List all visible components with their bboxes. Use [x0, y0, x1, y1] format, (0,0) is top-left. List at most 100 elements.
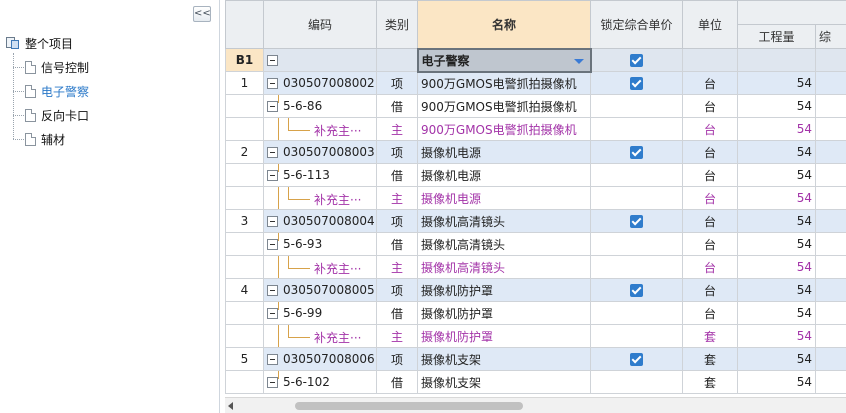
- lock-price-cell[interactable]: [590, 186, 683, 210]
- quantity-cell[interactable]: 54: [737, 278, 816, 302]
- collapse-icon[interactable]: [267, 170, 278, 181]
- code-cell[interactable]: 030507008004: [263, 209, 377, 233]
- quota-row[interactable]: 5-6-99 借摄像机防护罩 台 54: [225, 301, 846, 325]
- type-cell[interactable]: 主: [376, 186, 418, 210]
- supplement-material-row[interactable]: 补充主··· 主摄像机电源 台 54: [225, 186, 846, 210]
- lock-price-cell[interactable]: [590, 370, 683, 394]
- quantity-cell[interactable]: 54: [737, 324, 816, 348]
- quantity-cell[interactable]: 54: [737, 232, 816, 256]
- quantity-cell[interactable]: 54: [737, 347, 816, 371]
- collapse-icon[interactable]: [267, 55, 278, 66]
- unit-cell[interactable]: 台: [682, 94, 738, 118]
- lock-price-cell[interactable]: [590, 278, 683, 302]
- unit-cell[interactable]: 台: [682, 278, 738, 302]
- code-cell[interactable]: 补充主···: [263, 117, 377, 141]
- unit-cell[interactable]: 台: [682, 232, 738, 256]
- code-cell[interactable]: 5-6-99: [263, 301, 377, 325]
- scrollbar-thumb[interactable]: [295, 402, 523, 410]
- lock-price-cell[interactable]: [590, 117, 683, 141]
- checkbox-checked-icon[interactable]: [630, 215, 643, 228]
- quota-row[interactable]: 5-6-86 借 900万GMOS电警抓拍摄像机 台 54: [225, 94, 846, 118]
- collapse-icon[interactable]: [267, 308, 278, 319]
- checkbox-checked-icon[interactable]: [630, 77, 643, 90]
- lock-price-cell[interactable]: [590, 347, 683, 371]
- quantity-cell[interactable]: 54: [737, 140, 816, 164]
- lock-price-cell[interactable]: [590, 140, 683, 164]
- quota-row[interactable]: 5-6-113 借摄像机电源 台 54: [225, 163, 846, 187]
- code-cell[interactable]: 5-6-93: [263, 232, 377, 256]
- collapse-icon[interactable]: [267, 285, 278, 296]
- quantity-cell[interactable]: 54: [737, 163, 816, 187]
- quota-row[interactable]: 5-6-93 借摄像机高清镜头 台 54: [225, 232, 846, 256]
- type-cell[interactable]: 项: [376, 140, 418, 164]
- type-cell[interactable]: 借: [376, 163, 418, 187]
- section-lock-cell[interactable]: [590, 48, 683, 72]
- code-cell[interactable]: 5-6-113: [263, 163, 377, 187]
- supplement-material-row[interactable]: 补充主··· 主 900万GMOS电警抓拍摄像机 台 54: [225, 117, 846, 141]
- type-cell[interactable]: 项: [376, 278, 418, 302]
- header-code[interactable]: 编码: [263, 0, 377, 49]
- code-cell[interactable]: 030507008002: [263, 71, 377, 95]
- lock-price-cell[interactable]: [590, 324, 683, 348]
- header-lock-price[interactable]: 锁定综合单价: [590, 0, 683, 49]
- tree-item-electronic-police[interactable]: 电子警察: [13, 82, 89, 100]
- type-cell[interactable]: 主: [376, 117, 418, 141]
- lock-price-cell[interactable]: [590, 301, 683, 325]
- code-cell[interactable]: 5-6-86: [263, 94, 377, 118]
- bill-item-row[interactable]: 1 030507008002 项 900万GMOS电警抓拍摄像机 台 54: [225, 71, 846, 95]
- code-cell[interactable]: 补充主···: [263, 186, 377, 210]
- type-cell[interactable]: 借: [376, 301, 418, 325]
- scroll-left-arrow-icon[interactable]: [228, 402, 233, 410]
- header-overflow-column[interactable]: 综: [815, 24, 846, 49]
- lock-price-cell[interactable]: [590, 232, 683, 256]
- type-cell[interactable]: 主: [376, 324, 418, 348]
- lock-price-cell[interactable]: [590, 94, 683, 118]
- header-quantity[interactable]: 工程量: [737, 24, 816, 49]
- quantity-cell[interactable]: 54: [737, 209, 816, 233]
- code-cell[interactable]: 5-6-102: [263, 370, 377, 394]
- code-cell[interactable]: 030507008006: [263, 347, 377, 371]
- unit-cell[interactable]: 台: [682, 117, 738, 141]
- section-code-cell[interactable]: [263, 48, 377, 72]
- unit-cell[interactable]: 台: [682, 140, 738, 164]
- type-cell[interactable]: 项: [376, 347, 418, 371]
- collapse-icon[interactable]: [267, 239, 278, 250]
- tree-item-signal-control[interactable]: 信号控制: [13, 58, 89, 76]
- unit-cell[interactable]: 台: [682, 209, 738, 233]
- lock-price-cell[interactable]: [590, 209, 683, 233]
- bill-item-row[interactable]: 3 030507008004 项摄像机高清镜头 台 54: [225, 209, 846, 233]
- unit-cell[interactable]: 台: [682, 186, 738, 210]
- quantity-cell[interactable]: 54: [737, 255, 816, 279]
- bill-item-row[interactable]: 4 030507008005 项摄像机防护罩 台 54: [225, 278, 846, 302]
- type-cell[interactable]: 借: [376, 370, 418, 394]
- name-cell[interactable]: 摄像机高清镜头: [417, 255, 591, 279]
- supplement-material-row[interactable]: 补充主··· 主摄像机防护罩 套 54: [225, 324, 846, 348]
- collapse-icon[interactable]: [267, 147, 278, 158]
- collapse-icon[interactable]: [267, 354, 278, 365]
- unit-cell[interactable]: 台: [682, 301, 738, 325]
- name-cell[interactable]: 摄像机电源: [417, 186, 591, 210]
- checkbox-checked-icon[interactable]: [630, 54, 644, 67]
- header-name[interactable]: 名称: [417, 0, 591, 49]
- collapse-icon[interactable]: [267, 78, 278, 89]
- unit-cell[interactable]: 台: [682, 163, 738, 187]
- type-cell[interactable]: 项: [376, 71, 418, 95]
- name-cell[interactable]: 摄像机防护罩: [417, 301, 591, 325]
- type-cell[interactable]: 借: [376, 232, 418, 256]
- quantity-cell[interactable]: 54: [737, 94, 816, 118]
- checkbox-checked-icon[interactable]: [630, 353, 643, 366]
- supplement-material-row[interactable]: 补充主··· 主摄像机高清镜头 台 54: [225, 255, 846, 279]
- name-cell[interactable]: 摄像机防护罩: [417, 278, 591, 302]
- code-cell[interactable]: 补充主···: [263, 255, 377, 279]
- name-cell[interactable]: 摄像机电源: [417, 140, 591, 164]
- unit-cell[interactable]: 套: [682, 324, 738, 348]
- lock-price-cell[interactable]: [590, 255, 683, 279]
- collapse-icon[interactable]: [267, 101, 278, 112]
- quantity-cell[interactable]: 54: [737, 370, 816, 394]
- quantity-cell[interactable]: 54: [737, 71, 816, 95]
- section-name-cell[interactable]: 电子警察: [416, 47, 592, 73]
- collapse-panel-button[interactable]: <<: [193, 6, 211, 22]
- checkbox-checked-icon[interactable]: [630, 146, 643, 159]
- name-cell[interactable]: 摄像机高清镜头: [417, 209, 591, 233]
- name-cell[interactable]: 摄像机支架: [417, 347, 591, 371]
